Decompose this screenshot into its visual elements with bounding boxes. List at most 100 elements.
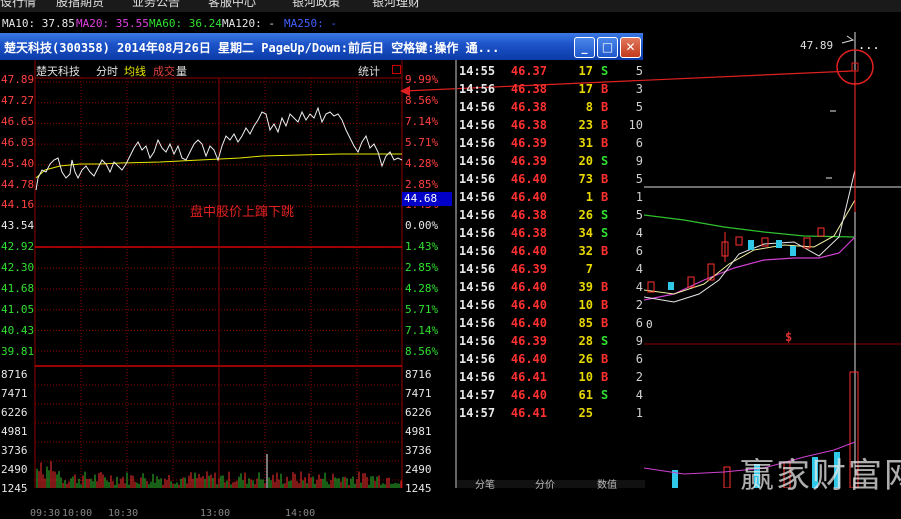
tick-row[interactable]: 14:57 46.41 25 1 <box>457 404 645 422</box>
percent-label: 8.56% <box>405 344 439 358</box>
tick-row[interactable]: 14:57 46.40 61 S 4 <box>457 386 645 404</box>
tick-price: 46.40 <box>510 172 547 186</box>
tick-side: S <box>601 334 609 348</box>
tick-side: B <box>601 316 609 330</box>
tick-volume: 85 <box>578 316 593 330</box>
tick-row[interactable]: 14:56 46.38 23 B 10 <box>457 116 645 134</box>
volume-label: 4981 <box>1 425 28 438</box>
percent-label: 4.28% <box>405 156 439 170</box>
ma60-label: MA60: 36.24 <box>149 17 222 30</box>
percent-label: 5.71% <box>405 302 439 316</box>
price-label: 46.03 <box>1 135 35 149</box>
tick-row[interactable]: 14:56 46.40 26 B 6 <box>457 350 645 368</box>
tick-price: 46.38 <box>510 208 547 222</box>
ma10-label: MA10: 37.85 <box>2 17 75 30</box>
tick-side: B <box>601 118 609 132</box>
tick-time: 14:56 <box>459 226 496 240</box>
axis-zero-label: 0 <box>646 318 653 331</box>
tick-price: 46.39 <box>510 262 547 276</box>
tick-row[interactable]: 14:56 46.40 10 B 2 <box>457 296 645 314</box>
tab-values[interactable]: 数值 <box>597 476 617 491</box>
tab-volume[interactable]: 量 <box>176 63 187 79</box>
tick-side: S <box>601 388 609 402</box>
tick-volume: 28 <box>578 334 593 348</box>
intraday-window: 楚天科技(300358) 2014年08月26日 星期二 PageUp/Down… <box>0 33 853 519</box>
tick-row[interactable]: 14:56 46.40 85 B 6 <box>457 314 645 332</box>
time-gridlines <box>80 78 358 488</box>
price-label: 41.68 <box>1 282 35 295</box>
tick-volume: 8 <box>585 100 593 114</box>
tab-timeshare[interactable]: 分时 <box>96 63 118 79</box>
tab-turnover[interactable]: 成交 <box>153 63 175 79</box>
tick-price: 46.40 <box>510 190 547 204</box>
tick-row[interactable]: 14:56 46.40 73 B 5 <box>457 170 645 188</box>
time-label: 09:30 <box>30 508 61 519</box>
tick-volume: 61 <box>578 388 593 402</box>
tick-count: 1 <box>635 190 643 204</box>
tick-volume: 17 <box>578 64 593 78</box>
stats-button[interactable]: 统计 <box>358 63 380 79</box>
tick-side: B <box>601 190 609 204</box>
tick-count: 6 <box>635 244 643 258</box>
tab-avg-line[interactable]: 均线 <box>124 63 146 79</box>
tick-side: S <box>601 154 609 168</box>
tick-volume: 73 <box>578 172 593 186</box>
tick-time: 14:57 <box>459 388 496 402</box>
tick-count: 5 <box>635 172 643 186</box>
tick-time: 14:56 <box>459 172 496 186</box>
tick-row[interactable]: 14:56 46.40 39 B 4 <box>457 278 645 296</box>
tick-row[interactable]: 14:56 46.38 8 B 5 <box>457 98 645 116</box>
tab-price-dist[interactable]: 分价 <box>535 476 555 491</box>
tick-row[interactable]: 14:56 46.38 34 S 4 <box>457 224 645 242</box>
watermark: 赢家财富网 <box>740 456 901 496</box>
time-label: 14:00 <box>285 508 316 519</box>
tick-row[interactable]: 14:56 46.38 26 S 5 <box>457 206 645 224</box>
tick-count: 6 <box>635 136 643 150</box>
menu-item-policy[interactable]: 银河政策 <box>292 0 340 10</box>
tick-side: S <box>601 208 609 222</box>
tick-row[interactable]: 14:56 46.39 31 B 6 <box>457 134 645 152</box>
more-options-button[interactable]: ... <box>858 38 880 52</box>
tick-count: 5 <box>635 64 643 78</box>
menu-item-market[interactable]: 设行情 <box>0 0 36 10</box>
tick-count: 4 <box>635 226 643 240</box>
percent-label: 7.14% <box>405 114 439 128</box>
percent-label: 2.85% <box>405 261 439 275</box>
tick-row[interactable]: 14:56 46.40 1 B 1 <box>457 188 645 206</box>
menu-item-finance[interactable]: 银河理财 <box>372 0 420 10</box>
tick-list[interactable]: 14:55 46.37 17 S 5 14:56 46.38 17 B 3 14:56 46.38 8 B… <box>455 60 645 491</box>
tick-time: 14:56 <box>459 82 496 96</box>
intraday-chart-panel[interactable]: 楚天科技 分时 均线 成交 量 统计 47.89 47.27 46.65 46.03 4… <box>0 60 452 519</box>
tick-count: 2 <box>635 298 643 312</box>
tick-volume: 31 <box>578 136 593 150</box>
time-label: 10:30 <box>108 508 139 519</box>
volume-label: 7471 <box>405 387 432 400</box>
tick-price: 46.40 <box>510 280 547 294</box>
ma250-label: MA250: - <box>284 17 337 30</box>
top-menu-bar: 设行情 股指期货 业务公告 客服中心 银河政策 银河理财 <box>0 0 901 12</box>
tick-count: 4 <box>635 388 643 402</box>
tick-row[interactable]: 14:56 46.40 32 B 6 <box>457 242 645 260</box>
tick-count: 5 <box>635 208 643 222</box>
tick-price: 46.39 <box>510 136 547 150</box>
tick-row[interactable]: 14:56 46.38 17 B 3 <box>457 80 645 98</box>
menu-item-futures[interactable]: 股指期货 <box>56 0 104 10</box>
price-label: 43.54 <box>1 219 35 233</box>
tick-count: 4 <box>635 262 643 276</box>
tick-row[interactable]: 14:56 46.39 20 S 9 <box>457 152 645 170</box>
tick-volume: 1 <box>585 190 593 204</box>
intraday-chart[interactable] <box>0 60 452 488</box>
tab-ticks[interactable]: 分笔 <box>475 476 495 491</box>
price-label: 47.27 <box>1 93 35 107</box>
tick-row[interactable]: 14:56 46.41 10 B 2 <box>457 368 645 386</box>
time-label: 13:00 <box>200 508 231 519</box>
menu-item-notices[interactable]: 业务公告 <box>132 0 180 10</box>
tick-row[interactable]: 14:56 46.39 7 4 <box>457 260 645 278</box>
tick-row[interactable]: 14:56 46.39 28 S 9 <box>457 332 645 350</box>
tick-row[interactable]: 14:55 46.37 17 S 5 <box>457 62 645 80</box>
tick-price: 46.40 <box>510 298 547 312</box>
tick-price: 46.38 <box>510 100 547 114</box>
menu-item-service[interactable]: 客服中心 <box>208 0 256 10</box>
tick-volume: 32 <box>578 244 593 258</box>
tick-count: 10 <box>628 118 643 132</box>
